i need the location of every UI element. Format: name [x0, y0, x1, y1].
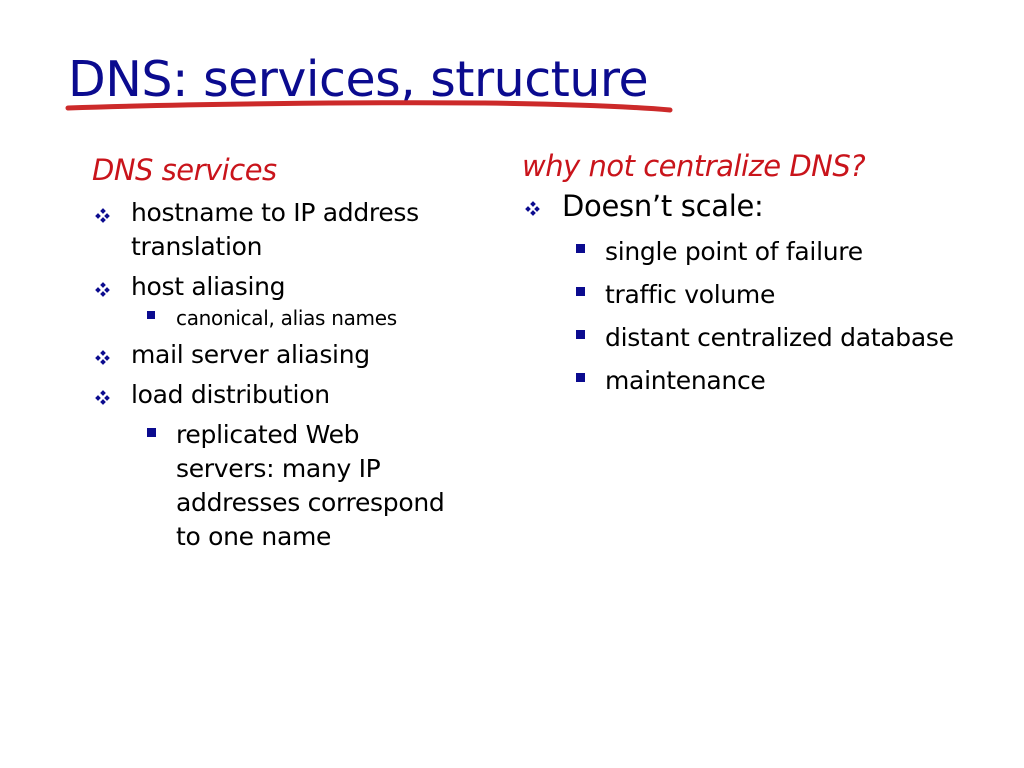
list-item-text: load distribution	[131, 380, 330, 409]
list-item: load distribution replicated Web servers…	[92, 378, 492, 554]
sub-list-item: replicated Web servers: many IP addresse…	[146, 418, 461, 554]
left-bullet-list: hostname to IP address translation host …	[92, 196, 492, 554]
list-item: host aliasing canonical, alias names	[92, 270, 492, 332]
sub-list: replicated Web servers: many IP addresse…	[131, 418, 461, 554]
sub-list-item-text: canonical, alias names	[176, 306, 397, 330]
sub-list-item-text: distant centralized database	[605, 323, 954, 352]
sub-list-item-text: traffic volume	[605, 280, 776, 309]
diamond-bullet-icon	[95, 208, 110, 223]
right-heading: why not centralize DNS?	[522, 149, 866, 183]
right-bullet-list: Doesn’t scale: single point of failure t…	[522, 186, 1012, 398]
sub-list-item: single point of failure	[575, 235, 1012, 269]
sub-list-item: traffic volume	[575, 278, 1012, 312]
square-bullet-icon	[147, 311, 155, 319]
sub-list-item: distant centralized database	[575, 321, 1012, 355]
diamond-bullet-icon	[525, 201, 540, 216]
square-bullet-icon	[576, 330, 585, 339]
left-heading: DNS services	[92, 153, 277, 187]
list-item: mail server aliasing	[92, 338, 492, 372]
square-bullet-icon	[576, 287, 585, 296]
list-item: hostname to IP address translation	[92, 196, 492, 264]
sub-list-item-text: maintenance	[605, 366, 766, 395]
diamond-bullet-icon	[95, 390, 110, 405]
right-column: why not centralize DNS? Doesn’t scale: s…	[522, 146, 1012, 398]
diamond-bullet-icon	[95, 282, 110, 297]
list-item-text: mail server aliasing	[131, 340, 370, 369]
list-item-text: host aliasing	[131, 272, 286, 301]
square-bullet-icon	[147, 428, 156, 437]
diamond-bullet-icon	[95, 350, 110, 365]
sub-list-item-text: single point of failure	[605, 237, 863, 266]
title-underline	[65, 100, 673, 113]
sub-list: single point of failure traffic volume d…	[562, 235, 1012, 398]
sub-list-item: canonical, alias names	[146, 304, 492, 332]
list-item: Doesn’t scale: single point of failure t…	[522, 186, 1012, 398]
square-bullet-icon	[576, 244, 585, 253]
sub-list-item: maintenance	[575, 364, 1012, 398]
list-item-text: Doesn’t scale:	[562, 189, 764, 223]
sub-list: canonical, alias names	[131, 304, 492, 332]
list-item-text: hostname to IP address translation	[131, 198, 419, 261]
sub-list-item-text: replicated Web servers: many IP addresse…	[176, 420, 445, 551]
left-column: DNS services hostname to IP address tran…	[92, 150, 492, 554]
square-bullet-icon	[576, 373, 585, 382]
